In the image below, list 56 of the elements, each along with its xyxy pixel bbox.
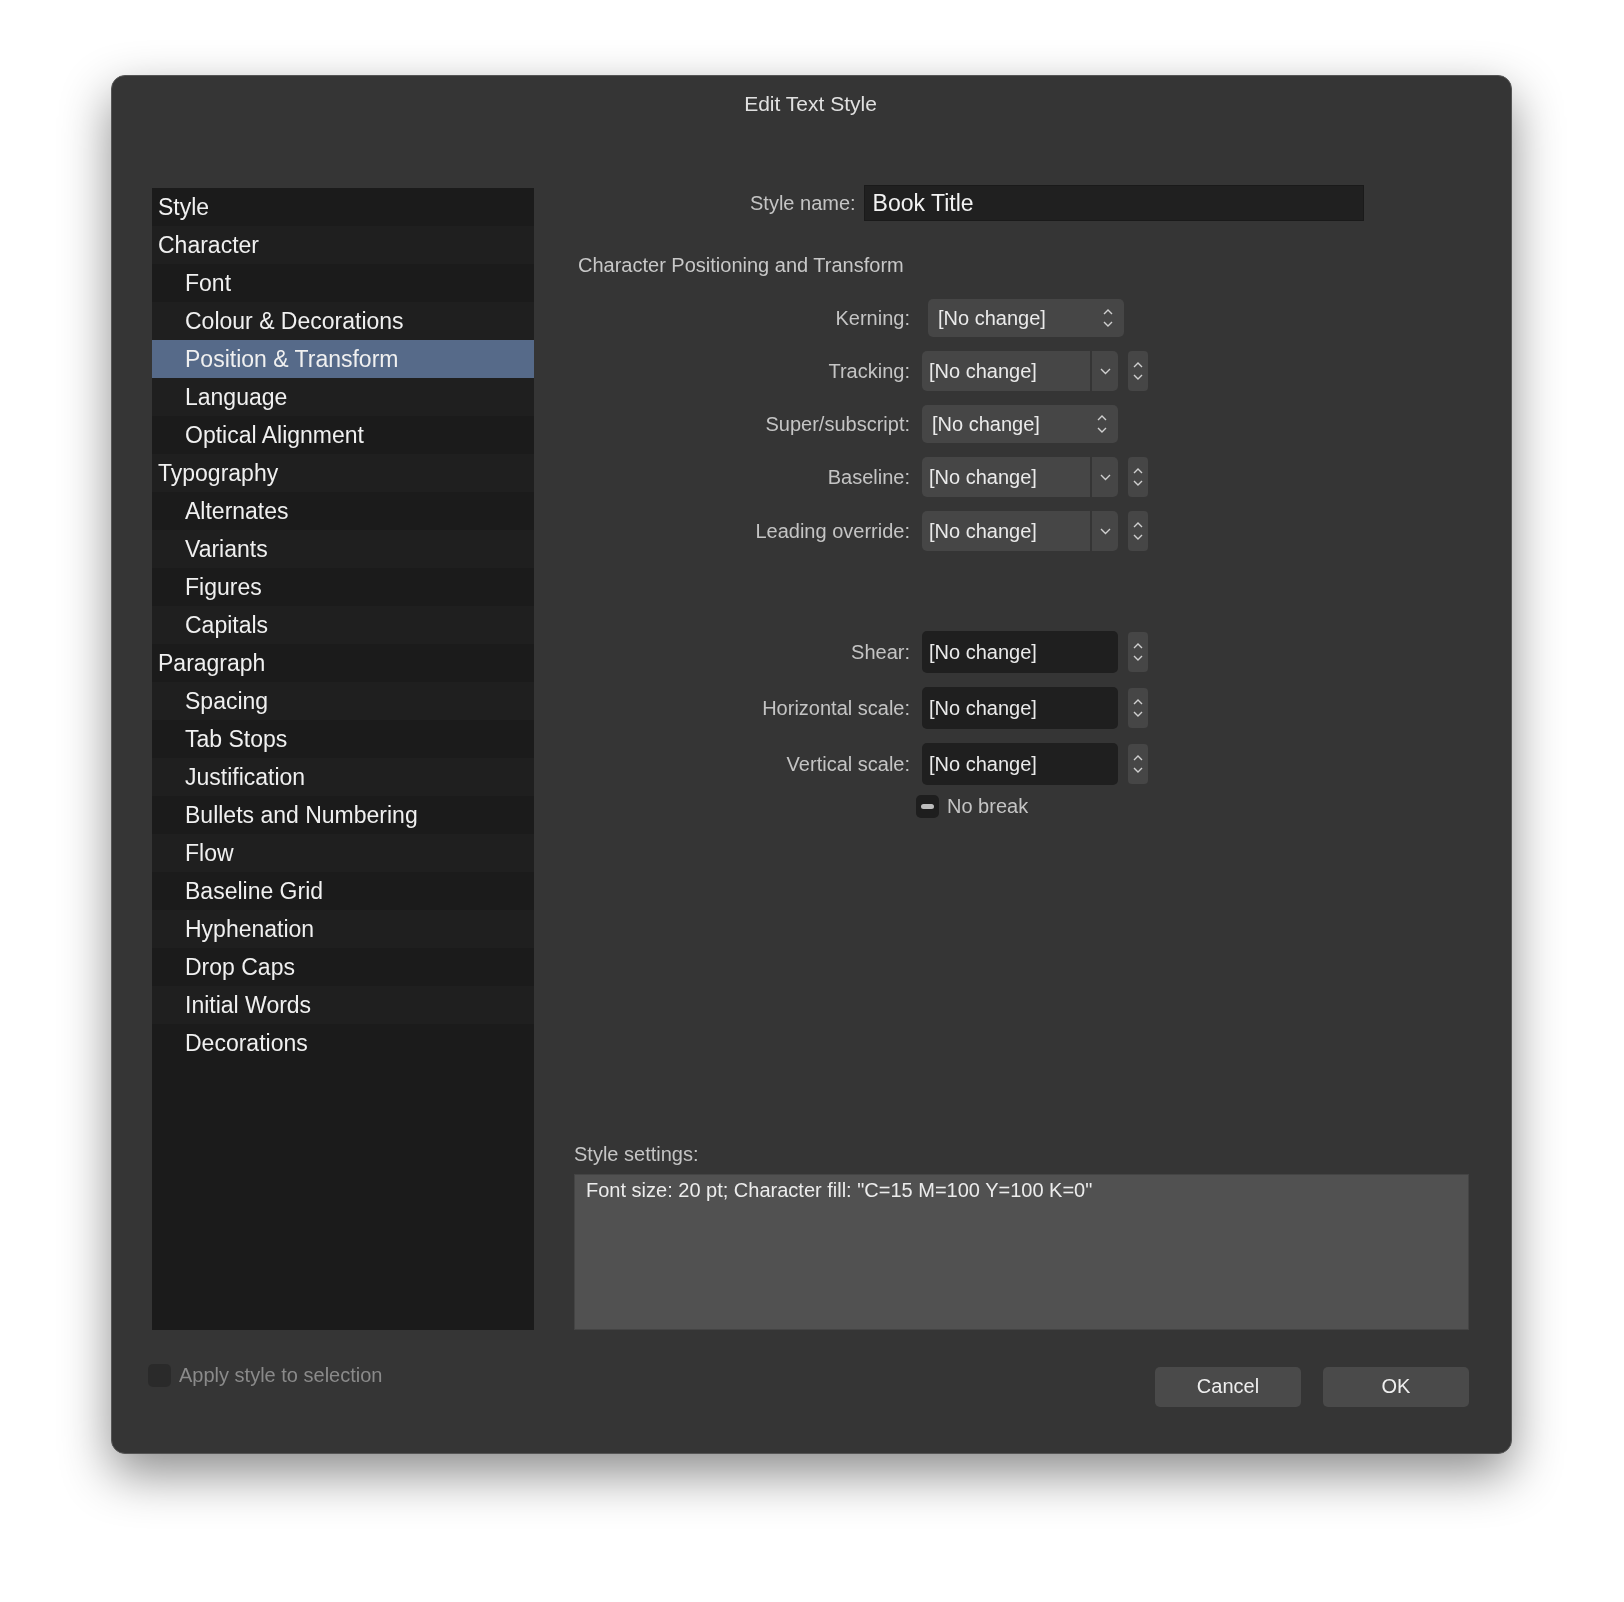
style-settings-box: Font size: 20 pt; Character fill: "C=15 M=100 Y=100 K=0" xyxy=(574,1174,1469,1330)
sidebar-item[interactable]: Language xyxy=(152,378,534,416)
style-name-field[interactable]: Book Title xyxy=(863,185,1364,221)
stepper-button[interactable] xyxy=(1128,351,1148,391)
stepper-button[interactable] xyxy=(1128,457,1148,497)
dialog-button[interactable]: Cancel xyxy=(1155,1366,1301,1407)
sidebar-item[interactable]: Flow xyxy=(152,834,534,872)
sidebar-item[interactable]: Capitals xyxy=(152,606,534,644)
stepper-icon[interactable] xyxy=(1132,697,1144,719)
stepper-icon[interactable] xyxy=(1132,753,1144,775)
up-down-icon[interactable] xyxy=(1096,413,1108,435)
sidebar-item[interactable]: Initial Words xyxy=(152,986,534,1024)
combo-field[interactable]: [No change] xyxy=(922,351,1118,391)
sidebar-item[interactable]: Justification xyxy=(152,758,534,796)
checkbox[interactable] xyxy=(916,795,939,818)
field-label: Style settings: xyxy=(574,1143,700,1166)
chevron-down-icon[interactable] xyxy=(1099,527,1111,535)
stepper-icon[interactable] xyxy=(1132,520,1144,542)
combo-field[interactable]: [No change] xyxy=(922,457,1118,497)
field-label: Vertical scale: xyxy=(786,752,910,776)
window-title: Edit Text Style xyxy=(743,91,878,117)
section-title: Character Positioning and Transform xyxy=(578,254,905,277)
stepper-icon[interactable] xyxy=(1132,466,1144,488)
sidebar-item[interactable]: Colour & Decorations xyxy=(152,302,534,340)
field-label: Horizontal scale: xyxy=(762,696,910,720)
field-label: Super/subscript: xyxy=(765,412,910,436)
sidebar-item[interactable]: Typography xyxy=(152,454,534,492)
value-field[interactable]: [No change] xyxy=(922,631,1118,673)
stepper-icon[interactable] xyxy=(1132,360,1144,382)
popup-select[interactable]: [No change] xyxy=(928,299,1124,337)
combo-field[interactable]: [No change] xyxy=(922,511,1118,551)
field-label: Tracking: xyxy=(828,359,910,383)
up-down-icon[interactable] xyxy=(1102,307,1114,329)
popup-select[interactable]: [No change] xyxy=(922,405,1118,443)
sidebar-item[interactable]: Variants xyxy=(152,530,534,568)
sidebar-item[interactable]: Position & Transform xyxy=(152,340,534,378)
chevron-down-icon[interactable] xyxy=(1099,473,1111,481)
field-label: Shear: xyxy=(851,640,910,664)
field-label: Kerning: xyxy=(835,306,910,330)
stepper-icon[interactable] xyxy=(1132,641,1144,663)
checkbox-label: No break xyxy=(947,795,1029,818)
sidebar-item[interactable]: Hyphenation xyxy=(152,910,534,948)
field-label: Baseline: xyxy=(827,465,910,489)
field-label: Leading override: xyxy=(755,519,910,543)
value-field[interactable]: [No change] xyxy=(922,687,1118,729)
stepper-button[interactable] xyxy=(1128,688,1148,728)
stepper-button[interactable] xyxy=(1128,511,1148,551)
field-label: Style name: xyxy=(750,191,856,215)
sidebar-item[interactable]: Character xyxy=(152,226,534,264)
dialog-button[interactable]: OK xyxy=(1323,1366,1469,1407)
sidebar-item[interactable]: Spacing xyxy=(152,682,534,720)
chevron-down-icon[interactable] xyxy=(1099,367,1111,375)
stepper-button[interactable] xyxy=(1128,744,1148,784)
checkbox-label: Apply style to selection xyxy=(179,1364,383,1387)
value-field[interactable]: [No change] xyxy=(922,743,1118,785)
stepper-button[interactable] xyxy=(1128,632,1148,672)
